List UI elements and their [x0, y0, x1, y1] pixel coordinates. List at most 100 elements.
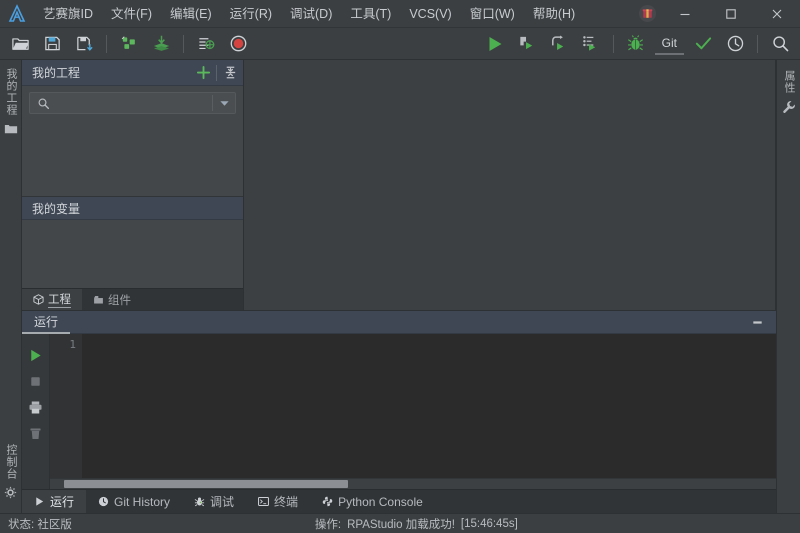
project-search-row [22, 86, 243, 119]
run-icon[interactable] [480, 30, 510, 58]
project-search-box[interactable] [29, 92, 236, 114]
variables-list[interactable] [22, 220, 243, 288]
run-panel-header-actions [746, 311, 776, 333]
run-panel-header: 运行 [22, 310, 776, 334]
menu-run[interactable]: 运行(R) [221, 0, 281, 28]
terminal-icon [258, 496, 270, 507]
gift-icon[interactable] [632, 0, 662, 28]
git-button[interactable]: Git [654, 33, 684, 55]
title-bar: 艺赛旗ID 文件(F) 编辑(E) 运行(R) 调试(D) 工具(T) VCS(… [0, 0, 800, 28]
save-as-icon[interactable] [69, 30, 99, 58]
settings-list-icon[interactable] [191, 30, 221, 58]
console-scrollbar-thumb[interactable] [64, 480, 348, 488]
bottom-tab-debug[interactable]: 调试 [182, 490, 246, 513]
collapse-all-icon[interactable] [217, 60, 243, 86]
bottom-tab-terminal[interactable]: 终端 [246, 490, 310, 513]
menu-tools[interactable]: 工具(T) [341, 0, 400, 28]
bottom-tab-run-label: 运行 [50, 495, 75, 509]
variables-panel-header: 我的变量 [22, 196, 243, 220]
components-icon[interactable] [114, 30, 144, 58]
search-icon[interactable] [765, 30, 795, 58]
project-tree[interactable] [22, 119, 243, 196]
install-package-icon[interactable] [146, 30, 176, 58]
bottom-tab-bar: 运行 Git History 调试 终端 Python Console [22, 489, 776, 513]
add-project-button[interactable] [190, 60, 216, 86]
variables-panel-title: 我的变量 [32, 201, 81, 216]
console-clear-icon[interactable] [24, 420, 48, 446]
toolbar-separator-3 [612, 34, 614, 53]
bottom-tab-git-history-label: Git History [114, 494, 171, 509]
cube-icon [33, 294, 44, 305]
chevron-down-icon[interactable] [213, 98, 235, 109]
bottom-tab-python-console[interactable]: Python Console [310, 490, 435, 513]
console-text[interactable] [82, 334, 776, 478]
save-icon[interactable] [37, 30, 67, 58]
debug-icon[interactable] [621, 30, 651, 58]
bottom-tab-run[interactable]: 运行 [22, 490, 87, 513]
app-logo [0, 0, 34, 28]
gear-icon[interactable] [4, 486, 17, 499]
window-minimize-button[interactable] [662, 0, 708, 28]
left-tool-rail: 我的工程 控制台 [0, 60, 22, 513]
rail-item-console-label[interactable]: 控制台 [4, 444, 17, 480]
run-panel: 运行 1 运行 Git History 调试 终端 Python Console [22, 310, 776, 513]
menu-edit[interactable]: 编辑(E) [161, 0, 221, 28]
main-toolbar: Git [0, 28, 800, 60]
project-panel-title: 我的工程 [32, 66, 81, 80]
project-panel-header: 我的工程 [22, 60, 243, 86]
toolbar-separator-2 [183, 34, 184, 53]
clock-icon [98, 496, 109, 507]
run-panel-tab[interactable]: 运行 [22, 310, 71, 334]
console-print-icon[interactable] [24, 394, 48, 420]
application-window: 艺赛旗ID 文件(F) 编辑(E) 运行(R) 调试(D) 工具(T) VCS(… [0, 0, 800, 533]
step-into-icon[interactable] [512, 30, 542, 58]
run-panel-minimize-button[interactable] [746, 311, 768, 333]
history-icon[interactable] [720, 30, 750, 58]
rail-item-properties-label[interactable]: 属性 [782, 70, 795, 94]
menu-window[interactable]: 窗口(W) [461, 0, 524, 28]
dock-tab-components[interactable]: 组件 [82, 289, 142, 310]
rail-item-project-label[interactable]: 我的工程 [4, 68, 17, 116]
window-maximize-button[interactable] [708, 0, 754, 28]
right-tool-rail: 属性 [776, 60, 800, 513]
console-run-icon[interactable] [24, 342, 48, 368]
dock-tab-bar: 工程 组件 [22, 288, 243, 310]
main-body: 我的工程 控制台 我的工程 我的变量 工程 组件 运行 1 运行 Git His… [0, 60, 800, 513]
window-close-button[interactable] [754, 0, 800, 28]
bug-icon [194, 496, 205, 507]
open-project-icon[interactable] [5, 30, 35, 58]
project-search-input[interactable] [56, 96, 212, 110]
menu-file[interactable]: 文件(F) [102, 0, 161, 28]
menu-debug[interactable]: 调试(D) [281, 0, 341, 28]
console-line-numbers: 1 [50, 334, 82, 478]
bottom-tab-git-history[interactable]: Git History [86, 490, 182, 513]
operation-text: RPAStudio 加载成功! [347, 518, 455, 531]
console-tool-rail [22, 334, 50, 489]
wrench-icon[interactable] [782, 100, 796, 114]
left-rail-bottom-group: 控制台 [0, 436, 21, 513]
editor-canvas[interactable] [244, 60, 776, 310]
step-over-icon[interactable] [544, 30, 574, 58]
console-output-area[interactable]: 1 [50, 334, 776, 478]
console-horizontal-scrollbar[interactable] [50, 478, 776, 489]
dock-tab-project[interactable]: 工程 [22, 289, 82, 310]
left-rail-top-group: 我的工程 [0, 60, 21, 142]
toolbar-separator-4 [757, 34, 758, 53]
project-panel-actions [190, 60, 243, 86]
check-icon[interactable] [688, 30, 718, 58]
step-out-icon[interactable] [576, 30, 606, 58]
operation-timestamp: [15:46:45s] [460, 517, 518, 530]
operation-label: 操作: [314, 518, 342, 531]
folder-icon[interactable] [4, 122, 18, 136]
record-icon[interactable] [223, 30, 253, 58]
operation-status-group: 操作: RPAStudio 加载成功! [15:46:45s] [315, 516, 518, 532]
search-icon [30, 97, 56, 110]
dock-tab-components-label: 组件 [108, 294, 131, 307]
menu-help[interactable]: 帮助(H) [524, 0, 584, 28]
dock-tab-project-label: 工程 [48, 291, 71, 308]
menu-isearch-id[interactable]: 艺赛旗ID [34, 0, 102, 28]
console-stop-icon[interactable] [24, 368, 48, 394]
bottom-tab-python-console-label: Python Console [338, 494, 423, 509]
menu-vcs[interactable]: VCS(V) [400, 0, 460, 28]
toolbar-separator-1 [106, 34, 107, 53]
